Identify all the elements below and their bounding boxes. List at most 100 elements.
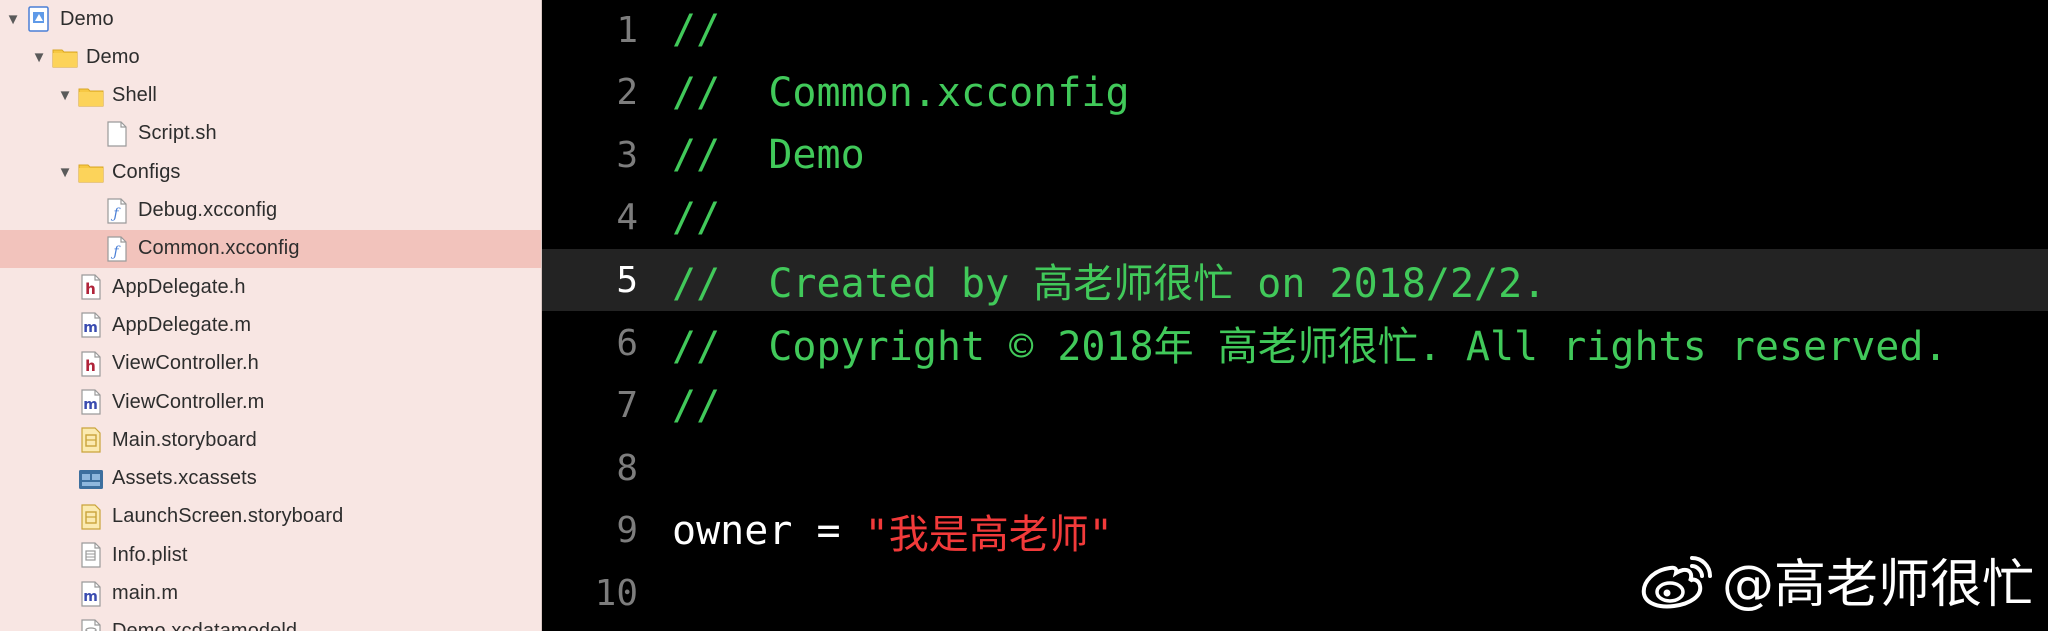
navigator-row-folder-configs[interactable]: ▼ Configs — [0, 153, 541, 191]
project-navigator: ▼ Demo ▼ Demo ▼ Shell Script.sh ▼ Config… — [0, 0, 542, 631]
plist-file-icon — [78, 542, 104, 568]
folder-icon — [78, 83, 104, 109]
navigator-label: Script.sh — [138, 122, 217, 145]
line-number: 7 — [616, 385, 638, 427]
code-line[interactable]: 1 // — [542, 0, 2048, 61]
navigator-row-assets-xcassets[interactable]: Assets.xcassets — [0, 460, 541, 498]
navigator-label: LaunchScreen.storyboard — [112, 505, 344, 528]
svg-text:h: h — [85, 357, 96, 375]
navigator-label: Demo — [60, 7, 114, 30]
navigator-label: Demo.xcdatamodeld — [112, 620, 297, 631]
navigator-label: Main.storyboard — [112, 428, 257, 451]
line-number: 5 — [616, 259, 638, 301]
chevron-down-icon[interactable]: ▼ — [32, 49, 47, 66]
code-line[interactable]: 6 // Copyright © 2018年 高老师很忙. All rights … — [542, 312, 2048, 374]
code-text: // Copyright © 2018年 高老师很忙. All rights r… — [672, 314, 1948, 372]
folder-icon — [52, 44, 78, 70]
comment-token: // Demo — [672, 132, 865, 179]
navigator-label: Info.plist — [112, 543, 188, 566]
line-number: 8 — [616, 447, 638, 489]
navigator-label: Assets.xcassets — [112, 467, 257, 490]
navigator-label: Common.xcconfig — [138, 237, 300, 260]
watermark-handle: @高老师很忙 — [1721, 555, 2034, 615]
comment-token: // Copyright © 2018年 高老师很忙. All rights r… — [672, 324, 1948, 370]
svg-text:m: m — [83, 589, 98, 605]
navigator-row-appdelegate-h[interactable]: h AppDelegate.h — [0, 268, 541, 306]
code-line[interactable]: 7 // — [542, 375, 2048, 437]
navigator-label: main.m — [112, 582, 179, 604]
navigator-label: Shell — [112, 84, 157, 107]
code-line[interactable]: 2 // Common.xcconfig — [542, 62, 2048, 124]
code-line[interactable]: 8 — [542, 437, 2048, 499]
navigator-row-main-storyboard[interactable]: Main.storyboard — [0, 421, 541, 459]
code-text: // Demo — [672, 132, 865, 178]
navigator-row-demo-xcdatamodeld[interactable]: Demo.xcdatamodeld — [0, 613, 541, 631]
implementation-file-icon: m — [78, 312, 104, 338]
navigator-row-folder-shell[interactable]: ▼ Shell — [0, 77, 541, 115]
navigator-row-appdelegate-m[interactable]: m AppDelegate.m — [0, 306, 541, 344]
chevron-down-icon[interactable]: ▼ — [58, 164, 73, 181]
svg-text:m: m — [83, 320, 98, 336]
comment-token: // Common.xcconfig — [672, 69, 1130, 116]
svg-text:h: h — [85, 280, 96, 298]
chevron-down-icon[interactable]: ▼ — [6, 11, 21, 28]
line-number: 1 — [616, 9, 638, 51]
navigator-label: AppDelegate.h — [112, 275, 246, 298]
folder-icon — [78, 159, 104, 185]
storyboard-file-icon — [78, 504, 104, 530]
code-editor[interactable]: 1 // 2 // Common.xcconfig 3 // Demo 4 // 5 // Cre… — [542, 0, 2048, 631]
code-line[interactable]: 3 // Demo — [542, 124, 2048, 186]
chevron-down-icon[interactable]: ▼ — [58, 87, 73, 104]
plain-token: owner = — [672, 507, 865, 554]
asset-catalog-icon — [78, 466, 104, 492]
string-token: "我是高老师" — [864, 511, 1113, 558]
code-line[interactable]: 5 // Created by 高老师很忙 on 2018/2/2. — [542, 249, 2048, 311]
svg-text:m: m — [83, 397, 98, 413]
navigator-row-folder-demo[interactable]: ▼ Demo — [0, 38, 541, 76]
implementation-file-icon: m — [78, 389, 104, 415]
navigator-label: Demo — [86, 45, 140, 68]
navigator-row-common-xcconfig[interactable]: ƒ Common.xcconfig — [0, 229, 541, 268]
code-text: // Common.xcconfig — [672, 70, 1130, 116]
navigator-row-info-plist[interactable]: Info.plist — [0, 536, 541, 574]
navigator-label: ViewController.h — [112, 352, 259, 375]
navigator-label: Configs — [112, 160, 181, 183]
navigator-row-viewcontroller-h[interactable]: h ViewController.h — [0, 345, 541, 383]
line-number: 2 — [616, 72, 638, 114]
code-text: // — [672, 7, 720, 53]
line-number: 4 — [616, 197, 638, 239]
navigator-row-debug-xcconfig[interactable]: ƒ Debug.xcconfig — [0, 192, 541, 230]
code-line[interactable]: 4 // — [542, 187, 2048, 249]
navigator-label: ViewController.m — [112, 390, 265, 413]
line-number: 3 — [616, 134, 638, 176]
navigator-row-viewcontroller-m[interactable]: m ViewController.m — [0, 383, 541, 421]
navigator-row-launchscreen-storyboard[interactable]: LaunchScreen.storyboard — [0, 498, 541, 536]
line-number: 9 — [616, 510, 638, 552]
navigator-row-project[interactable]: ▼ Demo — [0, 0, 541, 38]
data-model-icon — [78, 619, 104, 631]
comment-token: // — [672, 194, 721, 241]
navigator-row-main-m[interactable]: m main.m — [0, 575, 541, 613]
navigator-label: Debug.xcconfig — [138, 199, 278, 221]
code-text: owner = "我是高老师" — [672, 502, 1113, 560]
line-number: 10 — [594, 572, 638, 614]
navigator-row-script-sh[interactable]: Script.sh — [0, 115, 541, 153]
comment-token: // — [672, 7, 721, 53]
implementation-file-icon: m — [78, 580, 104, 607]
code-text: // — [672, 383, 720, 429]
file-icon — [104, 121, 130, 147]
header-file-icon: h — [78, 274, 104, 300]
code-text: // Created by 高老师很忙 on 2018/2/2. — [672, 251, 1546, 309]
